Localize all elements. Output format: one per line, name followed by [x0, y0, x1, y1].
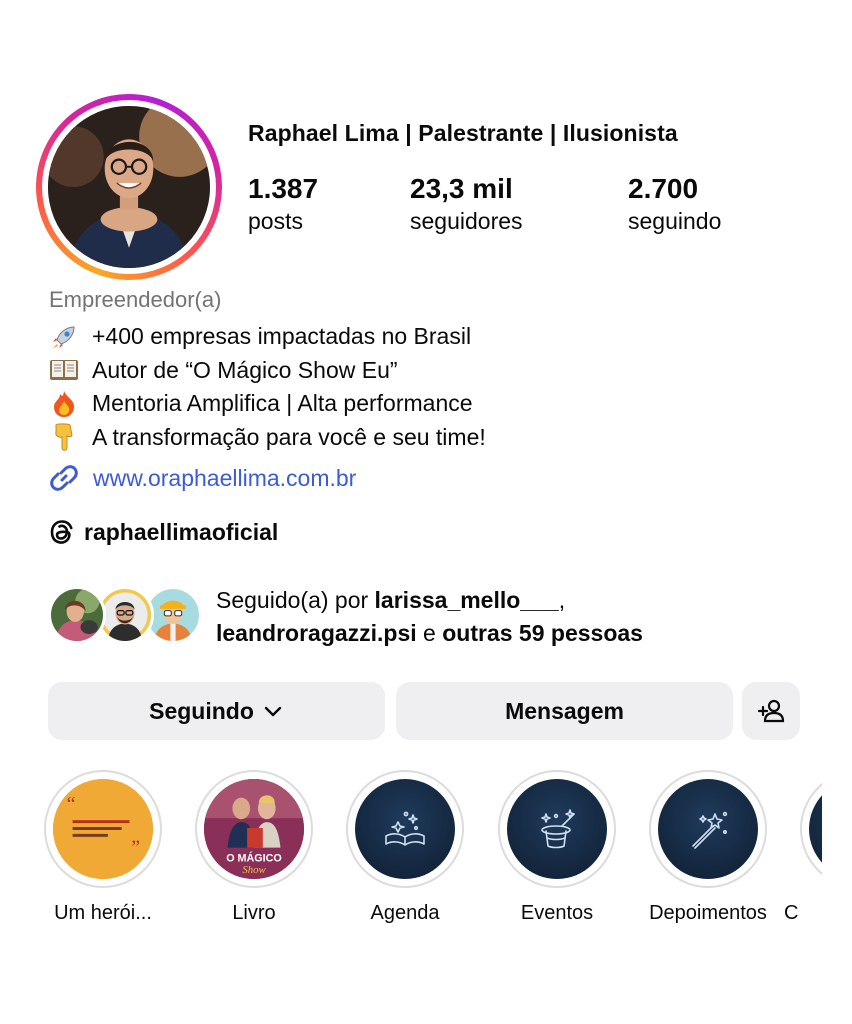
add-user-icon: [757, 699, 785, 723]
posts-count: 1.387: [248, 173, 319, 204]
highlight-label: Eventos: [520, 902, 594, 924]
bio-line: +400 empresas impactadas no Brasil: [48, 320, 486, 354]
following-button-label: Seguindo: [149, 697, 254, 724]
profile-name: Raphael Lima | Palestrante | Ilusionista: [248, 120, 678, 146]
fire-icon: [48, 390, 80, 418]
bio-line: Mentoria Amplifica | Alta performance: [48, 387, 486, 421]
magic-hat-icon: [541, 809, 575, 849]
highlight-ring: [649, 770, 767, 888]
highlight-ring: [346, 770, 464, 888]
followers-label: seguidores: [410, 208, 523, 234]
bio-line: Autor de “O Mágico Show Eu”: [48, 354, 486, 388]
highlight-ring: [498, 770, 616, 888]
profile-category: Empreendedor(a): [49, 287, 222, 312]
profile-avatar-ring[interactable]: [36, 94, 222, 280]
highlight-label: Um herói...: [54, 902, 152, 924]
mutual-user-link[interactable]: larissa_mello___: [375, 587, 559, 613]
svg-text:O MÁGICO: O MÁGICO: [226, 851, 282, 864]
stat-following[interactable]: 2.700 seguindo: [628, 172, 721, 236]
stat-posts[interactable]: 1.387 posts: [248, 172, 318, 236]
svg-text:”: ”: [131, 838, 140, 859]
bio-text: Autor de “O Mágico Show Eu”: [92, 356, 398, 383]
threads-badge[interactable]: raphaellimaoficial: [48, 518, 278, 546]
avatar-border: [42, 100, 216, 274]
highlight-item[interactable]: Agenda: [330, 770, 480, 925]
following-label: seguindo: [628, 208, 722, 234]
highlight-cover: O MÁGICO Show: [204, 779, 304, 879]
separator: ,: [558, 587, 566, 613]
followed-by-prefix: Seguido(a) por: [216, 587, 375, 613]
highlight-cover: [658, 779, 758, 879]
highlight-item[interactable]: “ ” Um herói...: [28, 770, 178, 925]
highlight-item[interactable]: Depoimentos: [633, 770, 783, 925]
following-button[interactable]: Seguindo: [48, 682, 385, 740]
highlight-label: C: [784, 902, 799, 924]
bio-text: Mentoria Amplifica | Alta performance: [92, 390, 473, 417]
highlight-item[interactable]: Eventos: [482, 770, 632, 925]
link-icon: [50, 465, 78, 491]
threads-handle: raphaellimaoficial: [84, 518, 279, 545]
mutual-user-link[interactable]: leandroragazzi.psi: [216, 620, 417, 646]
bio-text: A transformação para você e seu time!: [92, 423, 486, 450]
avatar[interactable]: [48, 106, 210, 268]
suggested-users-button[interactable]: [742, 682, 800, 740]
highlight-item[interactable]: O MÁGICO Show Livro: [179, 770, 329, 925]
magic-wand-icon: [692, 811, 728, 849]
followed-by-text[interactable]: Seguido(a) por larissa_mello___, leandro…: [216, 584, 643, 650]
rocket-icon: [48, 323, 80, 351]
profile-link[interactable]: www.oraphaellima.com.br: [48, 462, 356, 494]
threads-icon: [50, 520, 73, 544]
conjunction: e: [416, 620, 443, 646]
highlight-cover: [809, 779, 822, 879]
highlight-item[interactable]: C: [784, 770, 822, 925]
highlight-ring: “ ”: [44, 770, 162, 888]
message-button[interactable]: Mensagem: [396, 682, 733, 740]
avatar: [48, 586, 106, 644]
bio-line: A transformação para você e seu time!: [48, 421, 486, 455]
highlight-label: Agenda: [370, 902, 440, 924]
highlight-label: Depoimentos: [649, 902, 767, 924]
bio: +400 empresas impactadas no Brasil Autor…: [48, 320, 486, 454]
svg-text:“: “: [67, 794, 76, 815]
highlight-ring: [800, 770, 822, 888]
svg-text:Show: Show: [242, 864, 266, 876]
highlight-label: Livro: [232, 902, 276, 924]
bio-text: +400 empresas impactadas no Brasil: [92, 323, 472, 350]
mutual-followers-avatars[interactable]: [48, 586, 208, 646]
book-icon: [48, 356, 80, 384]
highlight-cover: [507, 779, 607, 879]
highlight-ring: O MÁGICO Show: [195, 770, 313, 888]
message-button-label: Mensagem: [505, 697, 624, 724]
posts-label: posts: [248, 208, 303, 234]
chevron-down-icon: [264, 706, 282, 717]
pointing-down-icon: [48, 423, 80, 451]
story-highlights: “ ” Um herói... O MÁGICO Show Livro Agen…: [0, 770, 822, 930]
website-link[interactable]: www.oraphaellima.com.br: [93, 465, 356, 492]
following-count: 2.700: [628, 173, 699, 204]
open-book-stars-icon: [385, 811, 425, 846]
highlight-cover: [355, 779, 455, 879]
highlight-cover: “ ”: [53, 779, 153, 879]
stat-followers[interactable]: 23,3 mil seguidores: [410, 172, 523, 236]
mutual-others-link[interactable]: outras 59 pessoas: [442, 620, 643, 646]
followers-count: 23,3 mil: [410, 173, 513, 204]
